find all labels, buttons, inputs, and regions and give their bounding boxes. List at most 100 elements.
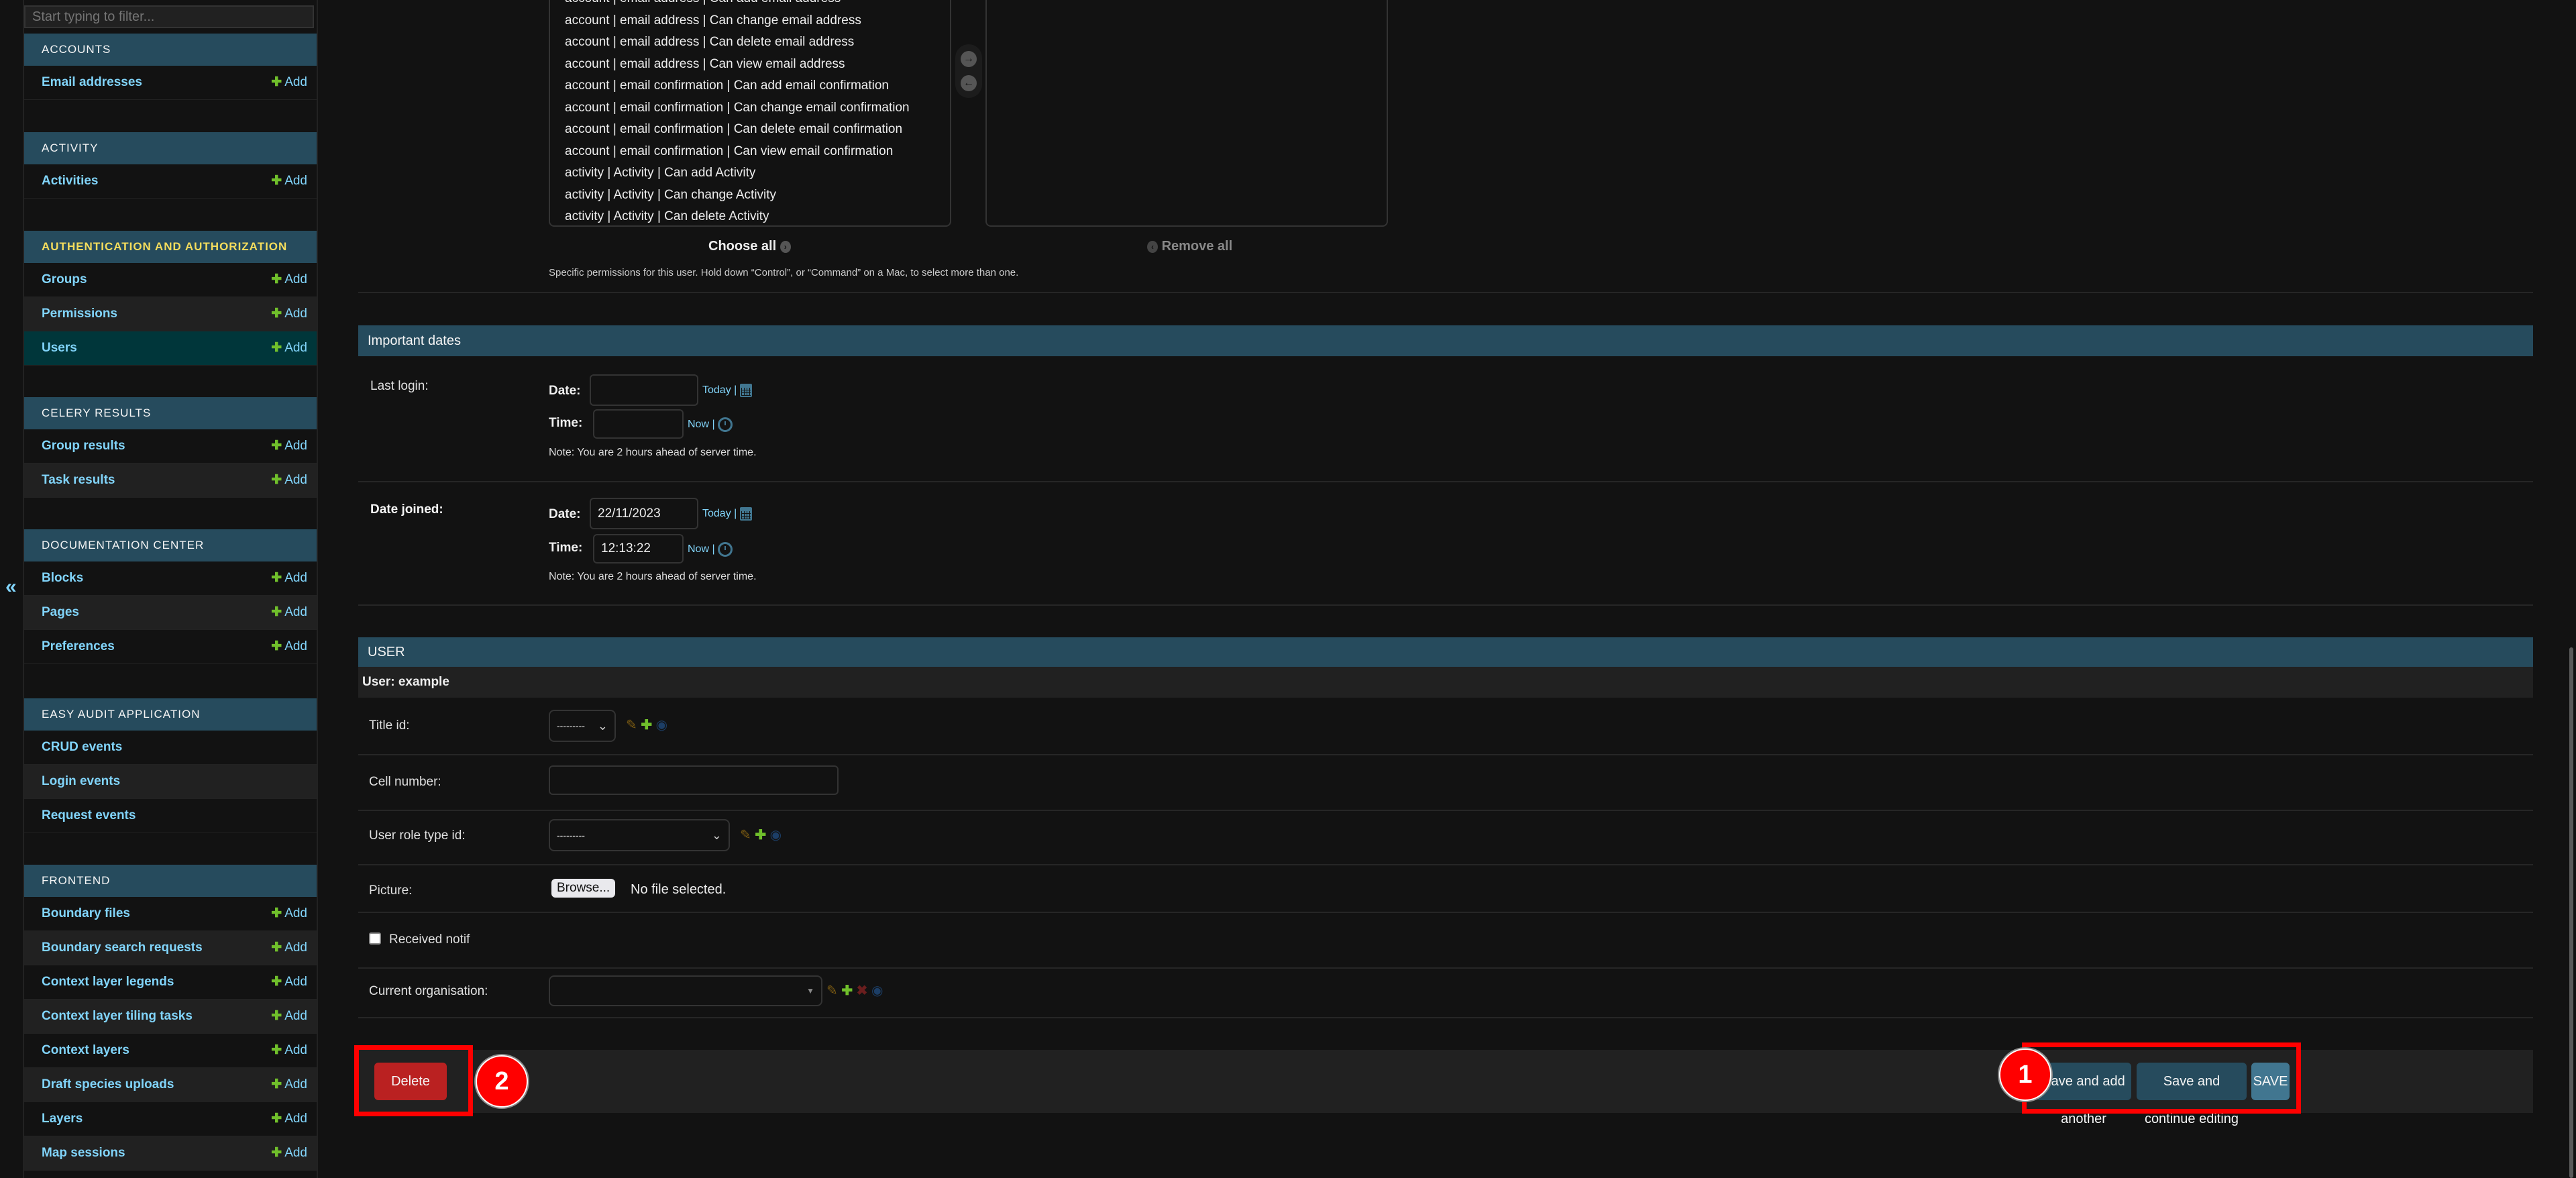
permission-option[interactable]: account | email confirmation | Can view … (550, 141, 950, 163)
permission-option[interactable]: account | email confirmation | Can chang… (550, 97, 950, 119)
browse-file-button[interactable]: Browse... (551, 879, 616, 898)
sidebar-add-link[interactable]: ✚ Add (271, 931, 307, 965)
date-joined-time-input[interactable] (593, 534, 684, 564)
sidebar-add-link[interactable]: ✚ Add (271, 164, 307, 198)
sidebar-add-link[interactable]: ✚ Add (271, 1000, 307, 1033)
sidebar-add-link[interactable]: ✚ Add (271, 66, 307, 99)
permission-option[interactable]: account | email confirmation | Can delet… (550, 119, 950, 141)
sidebar-add-link[interactable]: ✚ Add (271, 1034, 307, 1067)
date-joined-date-input[interactable] (590, 498, 698, 529)
sidebar-app-caption[interactable]: Easy Audit Application (24, 698, 317, 731)
add-label: Add (284, 341, 307, 355)
edit-related-pencil-icon[interactable]: ✎ (626, 718, 637, 733)
received-notif-checkbox[interactable] (369, 932, 381, 945)
sidebar-model-link[interactable]: Context layer legends (42, 975, 174, 989)
sidebar-add-link[interactable]: ✚ Add (271, 297, 307, 331)
sidebar-item: Boundary files ✚ Add (24, 897, 317, 931)
sidebar-model-link[interactable]: Draft species uploads (42, 1077, 174, 1091)
sidebar-add-link[interactable]: ✚ Add (271, 429, 307, 463)
sidebar-add-link[interactable]: ✚ Add (271, 464, 307, 497)
add-related-plus-icon[interactable]: ✚ (641, 718, 652, 733)
add-related-plus-icon[interactable]: ✚ (755, 828, 766, 843)
choose-arrow-icon[interactable]: → (961, 51, 977, 67)
date-joined-now-shortcut: Now | (688, 542, 733, 557)
sidebar-model-link[interactable]: Pages (42, 605, 79, 619)
sidebar-app-caption[interactable]: Documentation Center (24, 529, 317, 561)
edit-related-pencil-icon[interactable]: ✎ (740, 828, 751, 843)
sidebar-add-link[interactable]: ✚ Add (271, 331, 307, 365)
sidebar-model-link[interactable]: Boundary search requests (42, 941, 203, 955)
view-related-eye-icon[interactable]: ◉ (770, 828, 782, 843)
remove-all-link[interactable]: ‹ Remove all (1147, 239, 1232, 254)
sidebar-add-link[interactable]: ✚ Add (271, 1136, 307, 1170)
sidebar-model-link[interactable]: Layers (42, 1112, 83, 1126)
add-related-plus-icon[interactable]: ✚ (841, 983, 853, 998)
sidebar-model-link[interactable]: Groups (42, 272, 87, 286)
title-id-select[interactable]: --------- ⌄ (549, 710, 616, 742)
clock-icon[interactable] (718, 417, 733, 432)
permission-option[interactable]: activity | Activity | Can change Activit… (550, 184, 950, 207)
sidebar-filter-input[interactable] (24, 5, 314, 28)
sidebar-add-link[interactable]: ✚ Add (271, 630, 307, 663)
clock-icon[interactable] (718, 542, 733, 557)
sidebar-app-caption[interactable]: Frontend (24, 865, 317, 897)
calendar-icon[interactable] (739, 507, 752, 521)
last-login-date-input[interactable] (590, 374, 698, 406)
permission-option[interactable]: account | email confirmation | Can add e… (550, 75, 950, 97)
sidebar-add-link[interactable]: ✚ Add (271, 561, 307, 595)
collapse-sidebar-button[interactable]: « (5, 576, 17, 598)
sidebar-model-link[interactable]: Boundary files (42, 906, 130, 920)
sidebar-add-link[interactable]: ✚ Add (271, 965, 307, 999)
now-link[interactable]: Now | (688, 419, 715, 430)
view-related-eye-icon[interactable]: ◉ (656, 718, 667, 733)
sidebar-app-caption[interactable]: Activity (24, 132, 317, 164)
sidebar-add-link[interactable]: ✚ Add (271, 1068, 307, 1102)
available-permissions-select[interactable]: account | email address | Can add email … (549, 0, 951, 227)
sidebar-model-link[interactable]: Permissions (42, 307, 117, 321)
sidebar-model-link[interactable]: Group results (42, 439, 125, 453)
page-scrollbar[interactable] (2569, 647, 2573, 1178)
sidebar-app-caption[interactable]: Accounts (24, 34, 317, 66)
user-role-type-id-select[interactable]: --------- ⌄ (549, 819, 730, 851)
sidebar-model-link[interactable]: Email addresses (42, 75, 142, 89)
sidebar-add-link[interactable]: ✚ Add (271, 263, 307, 297)
now-link[interactable]: Now | (688, 543, 715, 555)
sidebar-model-link[interactable]: Preferences (42, 639, 115, 653)
cell-number-input[interactable] (549, 765, 839, 795)
divider (358, 481, 2533, 482)
annotation-badge-2: 2 (476, 1055, 528, 1108)
permission-option[interactable]: activity | Activity | Can add Activity (550, 162, 950, 184)
sidebar-model-link[interactable]: Users (42, 341, 77, 355)
chosen-permissions-select[interactable] (985, 0, 1388, 227)
sidebar-model-link[interactable]: Map sessions (42, 1146, 125, 1160)
sidebar-model-link[interactable]: Context layers (42, 1043, 129, 1057)
sidebar-item: Groups ✚ Add (24, 263, 317, 297)
permission-option[interactable]: account | email address | Can add email … (550, 0, 950, 10)
remove-arrow-icon[interactable]: ← (961, 75, 977, 91)
permission-option[interactable]: account | email address | Can change ema… (550, 10, 950, 32)
current-organisation-select[interactable]: ▼ (549, 975, 822, 1006)
sidebar-app-caption[interactable]: Authentication and Authorization (24, 231, 317, 263)
sidebar-model-link[interactable]: Blocks (42, 571, 83, 585)
sidebar-model-link[interactable]: Login events (42, 774, 120, 788)
edit-related-pencil-icon[interactable]: ✎ (826, 983, 838, 998)
choose-all-link[interactable]: Choose all › (708, 239, 791, 254)
today-link[interactable]: Today | (702, 384, 737, 396)
delete-related-x-icon[interactable]: ✖ (857, 983, 868, 998)
permission-option[interactable]: activity | Activity | Can delete Activit… (550, 206, 950, 228)
permission-option[interactable]: account | email address | Can view email… (550, 54, 950, 76)
sidebar-model-link[interactable]: Activities (42, 174, 98, 188)
sidebar-app-caption[interactable]: Celery Results (24, 397, 317, 429)
sidebar-model-link[interactable]: Task results (42, 473, 115, 487)
today-link[interactable]: Today | (702, 508, 737, 519)
sidebar-add-link[interactable]: ✚ Add (271, 1102, 307, 1136)
sidebar-model-link[interactable]: Request events (42, 808, 136, 822)
sidebar-model-link[interactable]: CRUD events (42, 740, 122, 754)
view-related-eye-icon[interactable]: ◉ (871, 983, 883, 998)
calendar-icon[interactable] (739, 384, 752, 397)
sidebar-add-link[interactable]: ✚ Add (271, 596, 307, 629)
sidebar-add-link[interactable]: ✚ Add (271, 897, 307, 930)
permission-option[interactable]: account | email address | Can delete ema… (550, 32, 950, 54)
last-login-time-input[interactable] (593, 409, 684, 439)
sidebar-model-link[interactable]: Context layer tiling tasks (42, 1009, 193, 1023)
